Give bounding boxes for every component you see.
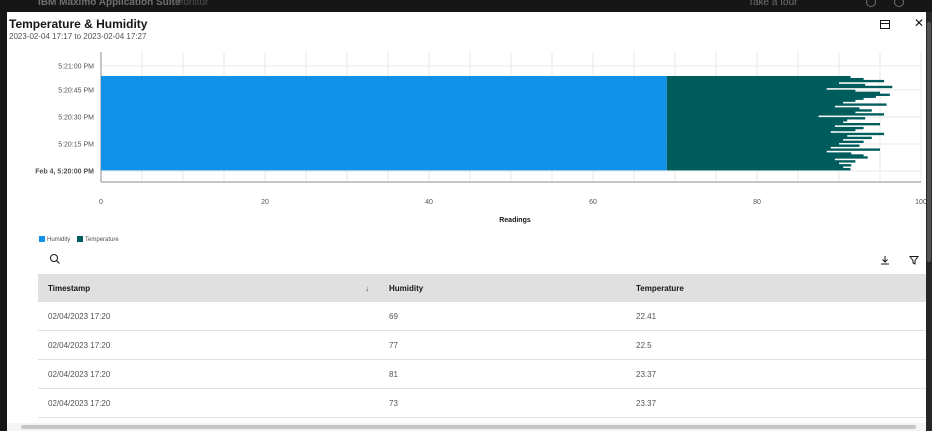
legend-label-humidity: Humidity [47, 236, 71, 243]
table-row[interactable]: 02/04/2023 17:20 69 22.41 [38, 302, 926, 331]
x-tick-label: 0 [99, 199, 103, 206]
modal-title: Temperature & Humidity [9, 17, 148, 31]
table-header-row: Timestamp ↓ Humidity Temperature [38, 274, 926, 302]
scrollbar-thumb[interactable] [927, 22, 931, 262]
cell-temperature: 22.41 [626, 302, 926, 331]
horizontal-scrollbar[interactable] [7, 423, 926, 431]
app-header: IBM Maximo Application Suite Monitor Tak… [0, 0, 932, 12]
chart-svg: 5:21:00 PM 5:20:45 PM 5:20:30 PM 5:20:15 PM… [35, 52, 926, 224]
column-header-timestamp[interactable]: Timestamp ↓ [38, 274, 379, 302]
y-tick-label: Feb 4, 5:20:00 PM [35, 169, 94, 176]
help-icon[interactable] [866, 0, 876, 7]
x-axis-title: Readings [499, 217, 531, 224]
cell-humidity: 73 [379, 388, 626, 418]
user-icon[interactable] [894, 0, 904, 7]
column-header-humidity[interactable]: Humidity [379, 274, 626, 302]
column-header-label: Timestamp [48, 283, 91, 293]
x-tick-label: 60 [589, 199, 597, 206]
cell-temperature: 22.5 [626, 330, 926, 360]
chart-modal: Temperature & Humidity 2023-02-04 17:17 … [7, 12, 926, 431]
take-tour-link[interactable]: Take a tour [748, 0, 797, 8]
y-tick-label: 5:20:15 PM [58, 142, 94, 149]
cell-humidity: 77 [379, 330, 626, 360]
y-tick-label: 5:21:00 PM [58, 64, 94, 71]
cell-timestamp: 02/04/2023 17:20 [38, 302, 379, 331]
download-icon[interactable] [880, 255, 890, 265]
data-table: Timestamp ↓ Humidity Temperature 02/04/20… [38, 274, 926, 418]
legend-swatch-temperature [77, 236, 84, 242]
chart-legend: Humidity Temperature [39, 236, 124, 243]
legend-item-temperature[interactable]: Temperature [77, 236, 119, 243]
bar-humidity [101, 168, 667, 171]
x-tick-label: 40 [425, 199, 433, 206]
cell-timestamp: 02/04/2023 17:20 [38, 388, 379, 418]
side-nav [0, 12, 7, 431]
table-row[interactable]: 02/04/2023 17:20 81 23.37 [38, 359, 926, 389]
column-header-temperature[interactable]: Temperature [626, 274, 926, 302]
cell-timestamp: 02/04/2023 17:20 [38, 330, 379, 360]
sort-arrow-down-icon[interactable]: ↓ [365, 284, 369, 293]
filter-icon[interactable] [909, 255, 919, 265]
horizontal-scrollbar-thumb[interactable] [21, 425, 916, 429]
breadcrumb[interactable]: Monitor [175, 0, 208, 8]
page-scrollbar[interactable] [926, 12, 932, 431]
calendar-icon[interactable] [880, 20, 890, 29]
table-row[interactable]: 02/04/2023 17:20 73 23.37 [38, 388, 926, 418]
cell-temperature: 23.37 [626, 359, 926, 389]
cell-timestamp: 02/04/2023 17:20 [38, 359, 379, 389]
cell-humidity: 81 [379, 359, 626, 389]
legend-swatch-humidity [39, 236, 45, 242]
x-tick-label: 100 [915, 199, 926, 206]
app-brand[interactable]: IBM Maximo Application Suite [38, 0, 180, 8]
legend-label-temperature: Temperature [85, 236, 119, 243]
y-tick-label: 5:20:45 PM [58, 88, 94, 95]
table-row[interactable]: 02/04/2023 17:20 77 22.5 [38, 330, 926, 360]
bar-chart: 5:21:00 PM 5:20:45 PM 5:20:30 PM 5:20:15 PM… [7, 48, 926, 240]
cell-temperature: 23.37 [626, 388, 926, 418]
close-icon[interactable]: ✕ [914, 16, 924, 30]
x-tick-label: 80 [753, 199, 761, 206]
x-tick-label: 20 [261, 199, 269, 206]
legend-item-humidity[interactable]: Humidity [39, 236, 71, 243]
cell-humidity: 69 [379, 302, 626, 331]
modal-date-range: 2023-02-04 17:17 to 2023-02-04 17:27 [9, 32, 147, 41]
y-tick-label: 5:20:30 PM [58, 115, 94, 122]
bar-temperature [666, 168, 851, 171]
search-icon[interactable] [49, 253, 61, 265]
